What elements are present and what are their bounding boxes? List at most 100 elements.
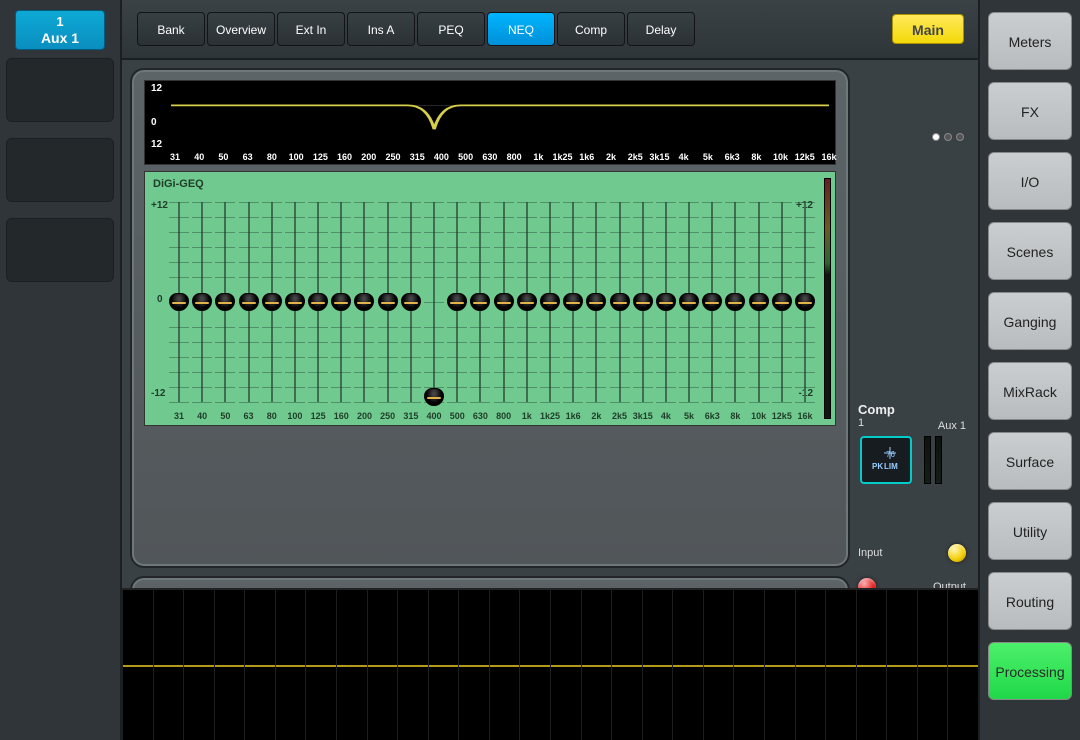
geq-band-fader[interactable] <box>404 202 418 402</box>
geq-band-fader[interactable] <box>520 202 534 402</box>
geq-freq-label: 315 <box>403 411 418 421</box>
selected-channel-chip[interactable]: 1 Aux 1 <box>15 10 105 50</box>
geq-axis-top: +12 <box>151 200 168 211</box>
geq-band-fader[interactable] <box>265 202 279 402</box>
channel-slot[interactable] <box>6 58 114 122</box>
channel-slot[interactable] <box>6 218 114 282</box>
geq-band-fader[interactable] <box>334 202 348 402</box>
menu-scenes[interactable]: Scenes <box>988 222 1072 280</box>
geq-band-fader[interactable] <box>218 202 232 402</box>
geq-band-fader[interactable] <box>543 202 557 402</box>
geq-band-fader[interactable] <box>775 202 789 402</box>
geq-band-fader[interactable] <box>288 202 302 402</box>
eq-curve-preview[interactable]: 12 0 12 31405063801001251602002503154005… <box>144 80 836 165</box>
input-knob-icon[interactable] <box>948 544 966 562</box>
geq-freq-label: 6k3 <box>705 411 720 421</box>
geq-band-fader[interactable] <box>242 202 256 402</box>
tab-delay[interactable]: Delay <box>627 12 695 46</box>
geq-band-fader[interactable] <box>705 202 719 402</box>
menu-fx[interactable]: FX <box>988 82 1072 140</box>
freq-tick: 125 <box>313 152 328 162</box>
geq-band-fader[interactable] <box>450 202 464 402</box>
geq-freq-label: 50 <box>220 411 230 421</box>
tab-ext-in[interactable]: Ext In <box>277 12 345 46</box>
geq-band-fader[interactable] <box>589 202 603 402</box>
geq-band-fader[interactable] <box>357 202 371 402</box>
freq-tick: 63 <box>243 152 253 162</box>
geq-band-fader[interactable] <box>659 202 673 402</box>
side-info-strip: Comp 1 Aux 1 PK LIM 76 <box>858 130 966 596</box>
comp-thumbnail[interactable]: PK LIM 76 <box>860 436 912 484</box>
geq-freq-label: 12k5 <box>772 411 792 421</box>
geq-freq-label: 1k6 <box>566 411 581 421</box>
geq-freq-label: 1k <box>522 411 532 421</box>
geq-axis-bot: -12 <box>151 388 165 399</box>
geq-band-fader[interactable] <box>613 202 627 402</box>
tab-ins-a[interactable]: Ins A <box>347 12 415 46</box>
menu-ganging[interactable]: Ganging <box>988 292 1072 350</box>
geq-band-fader[interactable] <box>566 202 580 402</box>
geq-freq-label: 2k <box>591 411 601 421</box>
freq-tick: 800 <box>507 152 522 162</box>
svg-text:LIM: LIM <box>884 462 898 471</box>
curve-y-tick: 12 <box>151 83 162 94</box>
freq-tick: 1k6 <box>579 152 594 162</box>
menu-utility[interactable]: Utility <box>988 502 1072 560</box>
freq-tick: 16k <box>821 152 836 162</box>
curve-y-tick: 12 <box>151 139 162 150</box>
geq-band-fader[interactable] <box>172 202 186 402</box>
geq-band-fader[interactable] <box>427 202 441 402</box>
geq-freq-label: 3k15 <box>633 411 653 421</box>
channel-slot[interactable] <box>6 138 114 202</box>
geq-freq-label: 400 <box>427 411 442 421</box>
graphic-eq: DiGi-GEQ +12 0 -12 +12 0 -12 31405063801… <box>144 171 836 426</box>
geq-band-fader[interactable] <box>311 202 325 402</box>
geq-freq-label: 630 <box>473 411 488 421</box>
tab-comp[interactable]: Comp <box>557 12 625 46</box>
geq-band-fader[interactable] <box>752 202 766 402</box>
geq-freq-label: 63 <box>244 411 254 421</box>
svg-text:76: 76 <box>886 450 895 459</box>
curve-y-tick: 0 <box>151 117 157 128</box>
geq-freq-label: 100 <box>287 411 302 421</box>
input-label: Input <box>858 547 882 559</box>
menu-surface[interactable]: Surface <box>988 432 1072 490</box>
geq-band-fader[interactable] <box>728 202 742 402</box>
geq-band-fader[interactable] <box>381 202 395 402</box>
geq-band-fader[interactable] <box>798 202 812 402</box>
geq-band-fader[interactable] <box>682 202 696 402</box>
page-dots[interactable] <box>858 130 966 144</box>
menu-mixrack[interactable]: MixRack <box>988 362 1072 420</box>
svg-text:PK: PK <box>872 462 883 471</box>
menu-routing[interactable]: Routing <box>988 572 1072 630</box>
main-area: BankOverviewExt InIns APEQNEQCompDelay M… <box>122 0 978 740</box>
geq-freq-label: 200 <box>357 411 372 421</box>
geq-band-fader[interactable] <box>473 202 487 402</box>
geq-freq-label: 500 <box>450 411 465 421</box>
menu-meters[interactable]: Meters <box>988 12 1072 70</box>
main-button[interactable]: Main <box>892 14 964 44</box>
left-channel-strip: 1 Aux 1 <box>0 0 122 740</box>
tab-peq[interactable]: PEQ <box>417 12 485 46</box>
menu-i-o[interactable]: I/O <box>988 152 1072 210</box>
comp-aux-label: Aux 1 <box>938 420 966 432</box>
freq-tick: 630 <box>482 152 497 162</box>
menu-processing[interactable]: Processing <box>988 642 1072 700</box>
geq-freq-label: 800 <box>496 411 511 421</box>
geq-band-fader[interactable] <box>497 202 511 402</box>
freq-tick: 1k <box>533 152 543 162</box>
freq-tick: 80 <box>267 152 277 162</box>
tab-bank[interactable]: Bank <box>137 12 205 46</box>
tab-neq[interactable]: NEQ <box>487 12 555 46</box>
freq-tick: 3k15 <box>649 152 669 162</box>
geq-band-fader[interactable] <box>636 202 650 402</box>
right-main-menu: Meters FX I/O Scenes Ganging MixRack Surface Ut… <box>978 0 1080 740</box>
geq-model-label: DiGi-GEQ <box>153 178 204 190</box>
geq-band-fader[interactable] <box>195 202 209 402</box>
geq-freq-label: 1k25 <box>540 411 560 421</box>
tab-overview[interactable]: Overview <box>207 12 275 46</box>
freq-tick: 10k <box>773 152 788 162</box>
freq-tick: 400 <box>434 152 449 162</box>
freq-tick: 250 <box>385 152 400 162</box>
channel-number: 1 <box>56 14 63 29</box>
